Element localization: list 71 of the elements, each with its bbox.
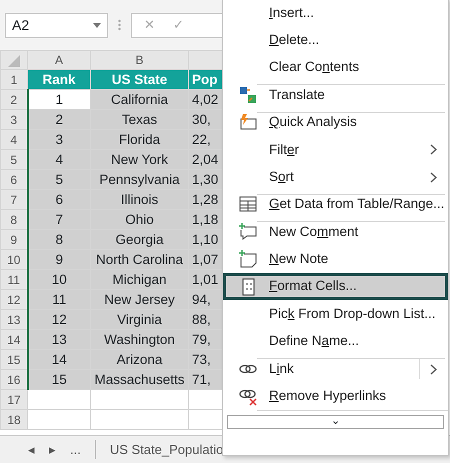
row-header[interactable]: 5 [0,150,28,170]
table-cell: California [90,90,188,110]
row-header[interactable]: 4 [0,130,28,150]
row-header[interactable]: 18 [0,410,28,430]
table-cell: Massachusetts [90,370,188,390]
table-cell: 1 [28,90,90,110]
row-header[interactable]: 6 [0,170,28,190]
table-cell: 2 [28,110,90,130]
table-cell: Washington [90,330,188,350]
table-cell: North Carolina [90,250,188,270]
scroll-left-button[interactable]: ◂ [28,440,35,460]
column-header[interactable]: B [90,50,188,70]
row-header[interactable]: 9 [0,230,28,250]
new-comment-icon [238,222,258,242]
table-cell: 7 [28,210,90,230]
table-cell: 9 [28,250,90,270]
row-header[interactable]: 1 [0,70,28,90]
name-box[interactable]: A2 [5,12,108,38]
select-all-icon[interactable] [8,54,20,67]
menu-item[interactable]: Format Cells... [223,272,448,300]
chevron-right-icon [430,172,437,183]
header-cell: US State [90,70,188,90]
table-cell: Illinois [90,190,188,210]
menu-scroll-button[interactable]: ⌄ [227,414,444,429]
table-cell: Ohio [90,210,188,230]
table-cell: New Jersey [90,290,188,310]
row-header[interactable]: 15 [0,350,28,370]
row-header[interactable]: 8 [0,210,28,230]
more-sheets-button[interactable]: ... [70,440,81,460]
table-cell: 14 [28,350,90,370]
table-cell: New York [90,150,188,170]
row-header[interactable]: 12 [0,290,28,310]
menu-item[interactable]: Insert... [223,0,448,26]
grip-icon [118,19,121,31]
translate-icon [238,84,258,105]
dropdown-icon [93,22,101,28]
menu-item[interactable]: Delete... [223,26,448,54]
row-header[interactable]: 14 [0,330,28,350]
table-cell: 11 [28,290,90,310]
table-cell: 13 [28,330,90,350]
table-cell: 15 [28,370,90,390]
row-header[interactable]: 10 [0,250,28,270]
table-cell: Texas [90,110,188,130]
table-cell: 4 [28,150,90,170]
table-cell: 3 [28,130,90,150]
quick-analysis-icon [238,112,258,132]
row-header[interactable]: 3 [0,110,28,130]
table-cell: 6 [28,190,90,210]
table-cell: Michigan [90,270,188,290]
table-cell: Pennsylvania [90,170,188,190]
row-header[interactable]: 16 [0,370,28,390]
new-note-icon [238,249,258,270]
row-header[interactable]: 17 [0,390,28,410]
table-cell: Virginia [90,310,188,330]
table-cell: 5 [28,170,90,190]
row-header[interactable]: 11 [0,270,28,290]
chevron-right-icon [430,364,437,375]
table-cell: 8 [28,230,90,250]
table-cell: 12 [28,310,90,330]
column-header[interactable]: A [28,50,90,70]
scroll-right-button[interactable]: ▸ [49,440,56,460]
row-header[interactable]: 7 [0,190,28,210]
table-cell: Georgia [90,230,188,250]
header-cell: Rank [28,70,90,90]
table-cell: 10 [28,270,90,290]
row-header[interactable]: 13 [0,310,28,330]
row-header[interactable]: 2 [0,90,28,110]
table-cell: Florida [90,130,188,150]
table-cell: Arizona [90,350,188,370]
table-icon [238,194,258,214]
chevron-right-icon [430,144,437,156]
